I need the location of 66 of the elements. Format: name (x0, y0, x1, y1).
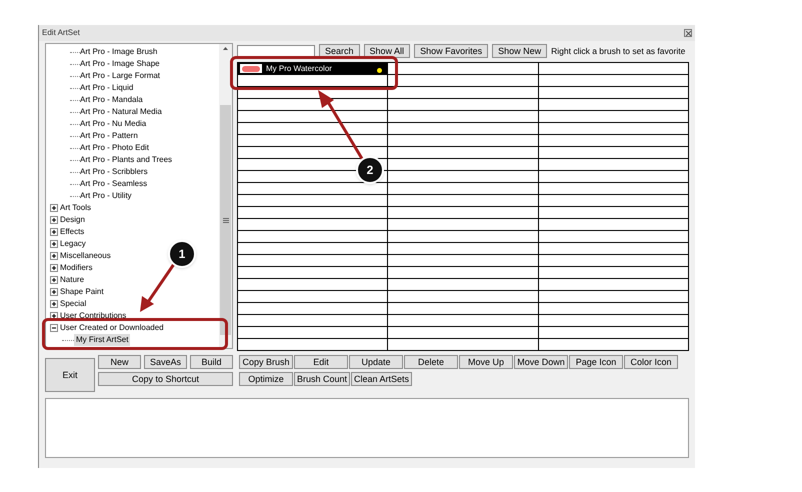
grip-icon (222, 218, 228, 222)
tree-item[interactable]: Art Pro - Pattern (80, 132, 138, 140)
tree-item[interactable]: User Contributions (60, 312, 126, 320)
button[interactable]: Show New (492, 44, 548, 58)
tree-item[interactable]: Legacy (60, 240, 86, 248)
button[interactable]: Brush Count (294, 372, 350, 386)
expand-icon[interactable] (50, 300, 58, 308)
expand-icon[interactable] (50, 276, 58, 284)
button[interactable]: Copy to Shortcut (98, 372, 233, 386)
button[interactable]: Page Icon (569, 355, 623, 369)
output-text-area[interactable] (45, 398, 689, 458)
tree-item[interactable]: Effects (60, 228, 84, 236)
tree-item[interactable]: Art Pro - Image Brush (80, 48, 158, 56)
tree-item[interactable]: Modifiers (60, 264, 92, 272)
expand-icon[interactable] (50, 216, 58, 224)
tree-item[interactable]: Art Pro - Liquid (80, 84, 134, 92)
tree-item[interactable]: Special (60, 300, 86, 308)
expand-icon[interactable] (50, 228, 58, 236)
tree-item[interactable]: Art Pro - Mandala (80, 96, 143, 104)
tree-item[interactable]: Art Pro - Utility (80, 192, 132, 200)
brush-cell[interactable]: My Pro Watercolor (238, 63, 388, 75)
scroll-thumb[interactable] (220, 105, 231, 335)
tree-item[interactable]: My First ArtSet (74, 334, 130, 346)
brush-name: My Pro Watercolor (266, 64, 332, 72)
tree-item[interactable]: Art Pro - Image Shape (80, 60, 160, 68)
window-title: Edit ArtSet (42, 27, 80, 39)
expand-icon[interactable] (50, 252, 58, 260)
hint-text: Right click a brush to set as favorite (551, 44, 686, 58)
tree-item[interactable]: Art Pro - Plants and Trees (80, 156, 172, 164)
button[interactable]: Optimize (239, 372, 293, 386)
tree-item[interactable]: Miscellaneous (60, 252, 111, 260)
button[interactable]: SaveAs (144, 355, 187, 369)
brush-stroke-icon (240, 64, 262, 73)
button[interactable]: Build (190, 355, 233, 369)
expand-icon[interactable] (50, 204, 58, 212)
scroll-up-icon[interactable] (223, 47, 228, 50)
tree-item[interactable]: Nature (60, 276, 84, 284)
button[interactable]: Delete (404, 355, 458, 369)
tree-item[interactable]: Art Pro - Nu Media (80, 120, 146, 128)
button[interactable]: Move Up (459, 355, 513, 369)
button[interactable]: Update (349, 355, 403, 369)
button[interactable]: Copy Brush (239, 355, 293, 369)
close-icon[interactable] (684, 29, 692, 37)
expand-icon[interactable] (50, 240, 58, 248)
tree-item[interactable]: Art Pro - Natural Media (80, 108, 162, 116)
tree-item[interactable]: Art Pro - Large Format (80, 72, 160, 80)
tree-item[interactable]: Art Pro - Photo Edit (80, 144, 149, 152)
button[interactable]: Show Favorites (414, 44, 488, 58)
tree-item[interactable]: Design (60, 216, 85, 224)
tree-item[interactable]: Art Pro - Seamless (80, 180, 148, 188)
button[interactable]: New (98, 355, 141, 369)
expand-icon[interactable] (50, 264, 58, 272)
button[interactable]: Move Down (514, 355, 568, 369)
button[interactable]: Show All (364, 44, 410, 58)
button[interactable]: Color Icon (624, 355, 678, 369)
button[interactable]: Exit (45, 358, 95, 392)
scrollbar[interactable] (219, 44, 232, 348)
tree-item[interactable]: Art Tools (60, 204, 91, 212)
button[interactable]: Clean ArtSets (351, 372, 412, 386)
collapse-icon[interactable] (50, 324, 58, 332)
tree-item[interactable]: User Created or Downloaded (60, 324, 164, 332)
tree-item[interactable]: Shape Paint (60, 288, 104, 296)
tree-item[interactable]: Art Pro - Scribblers (80, 168, 148, 176)
expand-icon[interactable] (50, 288, 58, 296)
search-field[interactable] (237, 44, 315, 58)
button[interactable]: Edit (294, 355, 348, 369)
